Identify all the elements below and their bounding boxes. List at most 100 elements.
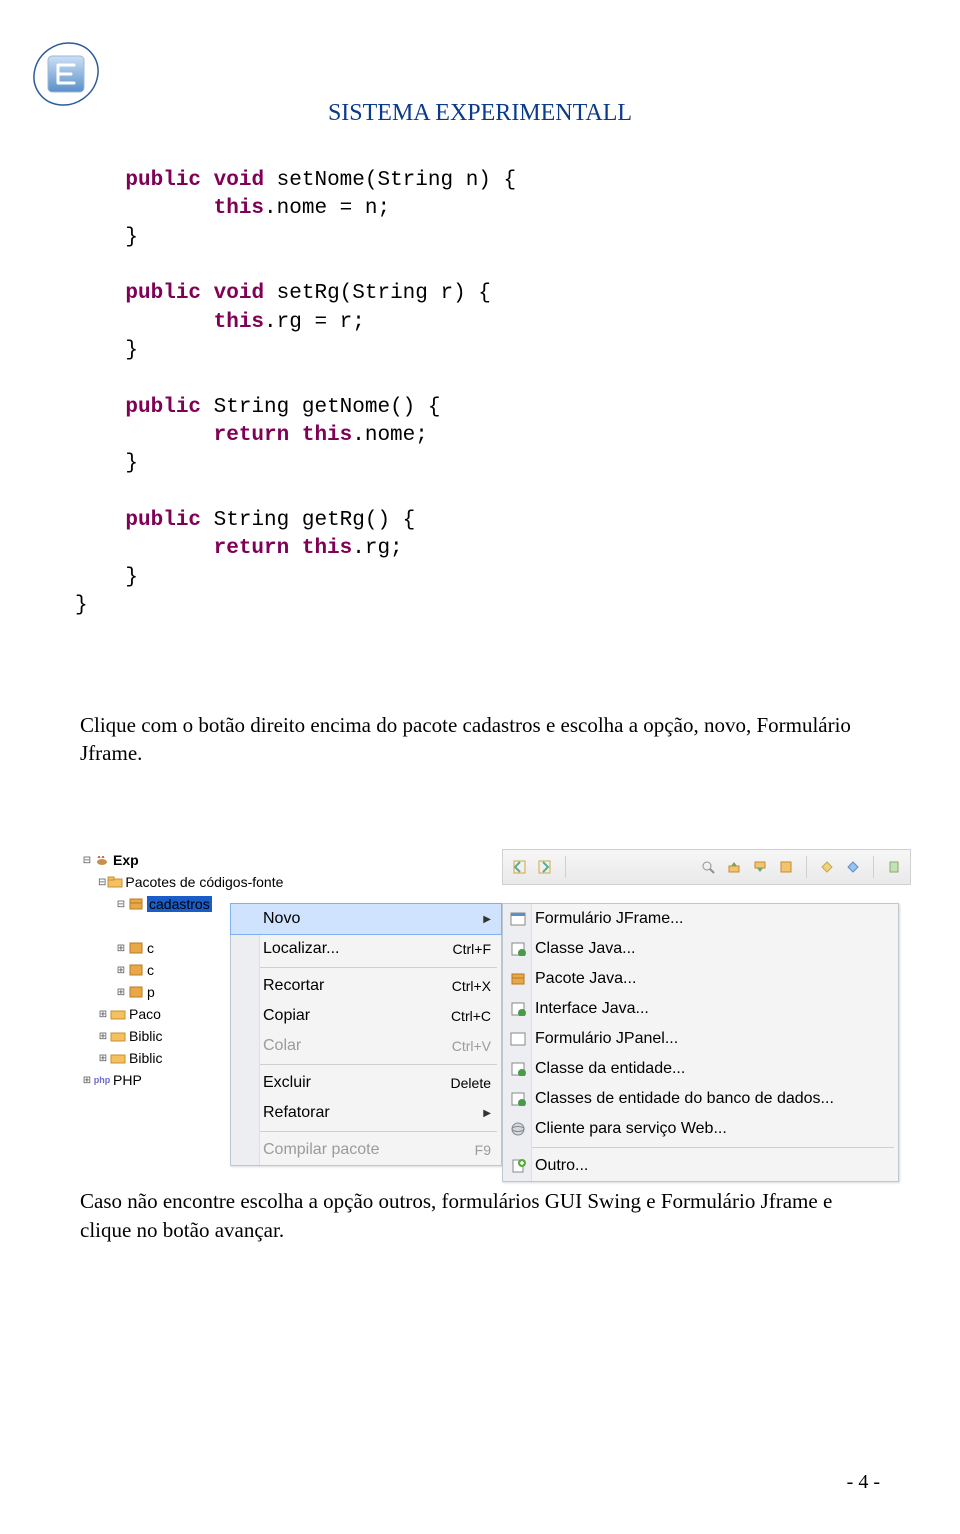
code-text: .nome;: [352, 424, 428, 447]
menu-excluir[interactable]: ExcluirDelete: [231, 1068, 501, 1098]
code-text: .nome = n;: [264, 197, 390, 220]
menu-copiar[interactable]: Copiar Ctrl+C: [231, 1001, 501, 1031]
code-text: }: [125, 452, 138, 475]
submenu-arrow-icon: ▶: [483, 1108, 491, 1119]
folder-icon: [107, 874, 123, 890]
code-text: setRg(String r) {: [264, 282, 491, 305]
tree-node-biblic[interactable]: ⊞Biblic: [80, 1025, 230, 1047]
submenu-classe[interactable]: Classe Java...: [503, 934, 898, 964]
entity-class-icon: [509, 1060, 527, 1078]
menu-label: Compilar pacote: [263, 1141, 380, 1159]
tree-node-exp[interactable]: ⊟ Exp: [80, 849, 230, 871]
code-kw: return this: [214, 537, 353, 560]
code-kw: public: [125, 396, 201, 419]
menu-label: Copiar: [263, 1007, 310, 1025]
submenu-outro[interactable]: Outro...: [503, 1151, 898, 1181]
zoom-icon[interactable]: [698, 857, 718, 877]
menu-shortcut: Ctrl+X: [452, 978, 491, 994]
menu-label: Refatorar: [263, 1104, 330, 1122]
submenu-pacote[interactable]: Pacote Java...: [503, 964, 898, 994]
code-kw: public: [125, 169, 201, 192]
tree-node[interactable]: [80, 915, 230, 937]
package-icon: [127, 896, 145, 912]
back-icon[interactable]: [509, 857, 529, 877]
diamond-blue-icon[interactable]: [843, 857, 863, 877]
tree-label: Paco: [129, 1006, 161, 1022]
submenu-entidade[interactable]: Classe da entidade...: [503, 1054, 898, 1084]
header-title: SISTEMA EXPERIMENTALL: [0, 0, 960, 127]
code-text: }: [125, 339, 138, 362]
menu-shortcut: Ctrl+C: [451, 1008, 491, 1024]
paragraph-2: Caso não encontre escolha a opção outros…: [80, 1187, 880, 1244]
menu-label: Novo: [263, 910, 300, 928]
submenu-label: Outro...: [535, 1157, 588, 1175]
panel-icon: [509, 1030, 527, 1048]
tree-node[interactable]: ⊞c: [80, 959, 230, 981]
menu-localizar[interactable]: Localizar... Ctrl+F: [231, 934, 501, 964]
menu-compilar: Compilar pacoteF9: [231, 1135, 501, 1165]
menu-refatorar[interactable]: Refatorar ▶: [231, 1098, 501, 1128]
tree-node[interactable]: ⊞c: [80, 937, 230, 959]
submenu-jframe[interactable]: Formulário JFrame...: [503, 904, 898, 934]
logo: [30, 24, 102, 113]
java-class-icon: [509, 940, 527, 958]
new-submenu: Formulário JFrame... Classe Java... Paco…: [502, 903, 899, 1182]
code-kw: return this: [214, 424, 353, 447]
menu-shortcut: Ctrl+V: [452, 1038, 491, 1054]
tree-label: Biblic: [129, 1028, 162, 1044]
tree-node[interactable]: ⊞p: [80, 981, 230, 1003]
page-number: - 4 -: [847, 1471, 880, 1494]
menu-label: Colar: [263, 1037, 301, 1055]
tree-label: PHP: [113, 1072, 142, 1088]
submenu-label: Formulário JPanel...: [535, 1030, 678, 1048]
menu-shortcut: Delete: [451, 1075, 491, 1091]
tree-node-cadastros[interactable]: ⊟ cadastros: [80, 893, 230, 915]
library-icon: [109, 1028, 127, 1044]
library-icon: [109, 1050, 127, 1066]
menu-novo[interactable]: Novo ▶: [230, 903, 502, 935]
tree-node-paco[interactable]: ⊞Paco: [80, 1003, 230, 1025]
code-text: }: [125, 226, 138, 249]
editor-toolbar: [502, 849, 911, 885]
nav-exchange-icon[interactable]: [776, 857, 796, 877]
submenu-interface[interactable]: Interface Java...: [503, 994, 898, 1024]
coffee-icon: [93, 852, 111, 868]
submenu-label: Formulário JFrame...: [535, 910, 683, 928]
menu-recortar[interactable]: Recortar Ctrl+X: [231, 971, 501, 1001]
tree-label: Exp: [113, 852, 139, 868]
java-interface-icon: [509, 1000, 527, 1018]
code-kw: void: [201, 282, 264, 305]
submenu-entidadedb[interactable]: Classes de entidade do banco de dados...: [503, 1084, 898, 1114]
tree-node-biblic[interactable]: ⊞Biblic: [80, 1047, 230, 1069]
menu-shortcut: Ctrl+F: [453, 941, 492, 957]
project-tree: ⊟ Exp ⊟ Pacotes de códigos-fonte ⊟ cadas…: [80, 849, 230, 1091]
package-icon: [127, 940, 145, 956]
submenu-label: Classe Java...: [535, 940, 635, 958]
tree-label: Pacotes de códigos-fonte: [125, 874, 283, 890]
code-kw: this: [214, 311, 264, 334]
diamond-icon[interactable]: [817, 857, 837, 877]
code-kw: public: [125, 509, 201, 532]
context-menu: Novo ▶ Localizar... Ctrl+F Recortar Ctrl+X…: [230, 903, 502, 1166]
nav-up-icon[interactable]: [724, 857, 744, 877]
tree-node-pacotes[interactable]: ⊟ Pacotes de códigos-fonte: [80, 871, 230, 893]
menu-label: Localizar...: [263, 940, 339, 958]
webservice-icon: [509, 1120, 527, 1138]
submenu-jpanel[interactable]: Formulário JPanel...: [503, 1024, 898, 1054]
nav-down-icon[interactable]: [750, 857, 770, 877]
package-icon: [509, 970, 527, 988]
code-text: setNome(String n) {: [264, 169, 516, 192]
php-icon: php: [93, 1072, 111, 1088]
menu-colar: Colar Ctrl+V: [231, 1031, 501, 1061]
submenu-label: Classes de entidade do banco de dados...: [535, 1090, 834, 1108]
submenu-cliente[interactable]: Cliente para serviço Web...: [503, 1114, 898, 1144]
code-kw: public: [125, 282, 201, 305]
code-text: }: [75, 594, 88, 617]
forward-icon[interactable]: [535, 857, 555, 877]
code-kw: void: [201, 169, 264, 192]
code-kw: this: [214, 197, 264, 220]
submenu-label: Classe da entidade...: [535, 1060, 685, 1078]
tree-node-php[interactable]: ⊞phpPHP: [80, 1069, 230, 1091]
menu-label: Recortar: [263, 977, 324, 995]
flag-icon[interactable]: [884, 857, 904, 877]
